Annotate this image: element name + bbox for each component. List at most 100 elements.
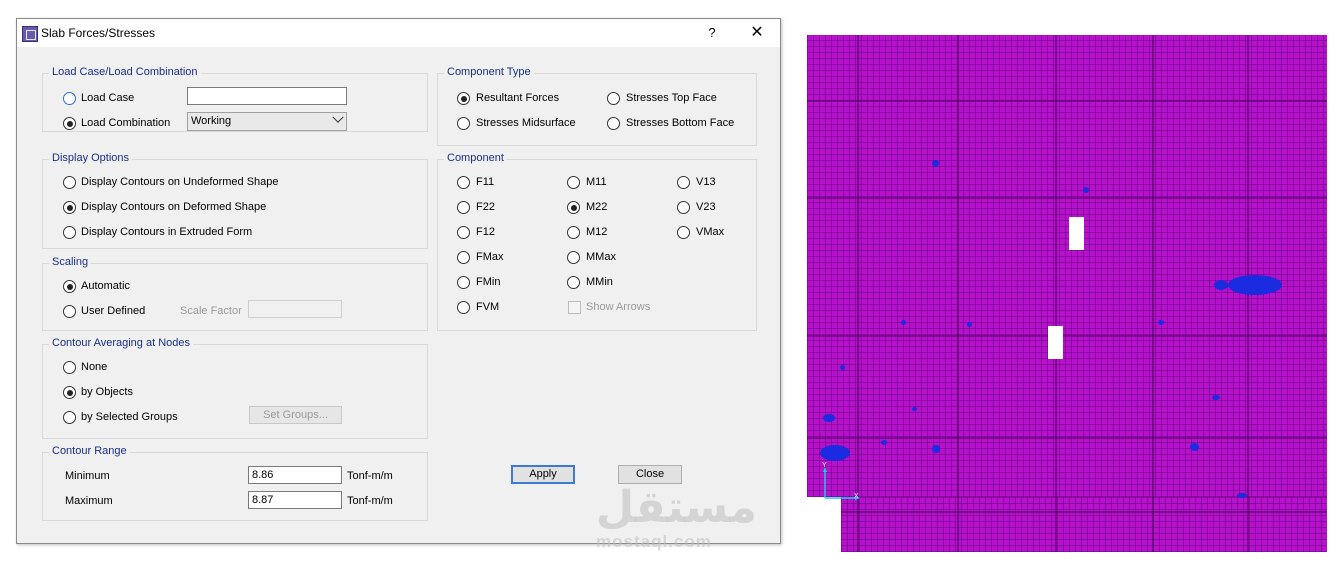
slab-forces-dialog: Slab Forces/Stresses ? ✕ Load Case/Load … — [16, 18, 781, 544]
scaling-group: Scaling Automatic User Defined Scale Fac… — [42, 256, 428, 331]
contour-spot — [1237, 493, 1247, 498]
load-case-group-title: Load Case/Load Combination — [49, 66, 201, 78]
contour-spot — [820, 445, 850, 461]
mmin-label: MMin — [586, 276, 613, 288]
close-window-button[interactable]: ✕ — [743, 23, 771, 43]
undeformed-shape-radio[interactable] — [63, 176, 76, 189]
vmax-label: VMax — [696, 226, 725, 238]
slab-opening — [1069, 217, 1084, 250]
v13-radio[interactable] — [677, 176, 690, 189]
mmax-label: MMax — [586, 251, 616, 263]
contour-spot — [967, 322, 972, 327]
v23-label: V23 — [696, 201, 716, 213]
show-arrows-checkbox[interactable] — [568, 301, 581, 314]
contour-spot — [932, 445, 940, 453]
beam-line — [807, 197, 1327, 199]
automatic-radio[interactable] — [63, 280, 76, 293]
fmax-label: FMax — [476, 251, 504, 263]
f11-radio[interactable] — [457, 176, 470, 189]
deformed-shape-radio[interactable] — [63, 201, 76, 214]
averaging-none-radio[interactable] — [63, 361, 76, 374]
mmax-radio[interactable] — [567, 251, 580, 264]
contour-spot — [1212, 395, 1220, 400]
scaling-title: Scaling — [49, 256, 92, 268]
axis-y-label: Y — [822, 462, 827, 469]
contour-spot — [912, 407, 917, 411]
title-bar: Slab Forces/Stresses ? ✕ — [17, 19, 780, 47]
axis-x-label: X — [854, 493, 859, 500]
f22-radio[interactable] — [457, 201, 470, 214]
minimum-field[interactable] — [248, 466, 342, 484]
slab-contour-view[interactable]: Y X — [807, 35, 1327, 552]
resultant-forces-radio[interactable] — [457, 92, 470, 105]
load-combination-radio[interactable] — [63, 117, 76, 130]
f11-label: F11 — [476, 176, 495, 188]
contour-range-group: Contour Range Minimum Tonf-m/m Maximum T… — [42, 445, 428, 521]
by-selected-groups-radio[interactable] — [63, 411, 76, 424]
load-case-radio[interactable] — [63, 92, 76, 105]
scale-factor-label: Scale Factor — [180, 305, 242, 317]
stresses-top-face-radio[interactable] — [607, 92, 620, 105]
stresses-midsurface-radio[interactable] — [457, 117, 470, 130]
show-arrows-label: Show Arrows — [586, 301, 651, 313]
automatic-label: Automatic — [81, 280, 130, 292]
fmax-radio[interactable] — [457, 251, 470, 264]
stresses-top-face-label: Stresses Top Face — [626, 92, 717, 104]
beam-line — [1152, 35, 1154, 552]
f12-label: F12 — [476, 226, 495, 238]
load-case-field[interactable] — [187, 87, 347, 105]
contour-spot — [840, 365, 845, 370]
beam-line — [1055, 35, 1057, 552]
v23-radio[interactable] — [677, 201, 690, 214]
component-type-title: Component Type — [444, 66, 534, 78]
fmin-radio[interactable] — [457, 276, 470, 289]
contour-averaging-group: Contour Averaging at Nodes None by Objec… — [42, 337, 428, 439]
minimum-label: Minimum — [65, 470, 110, 482]
maximum-label: Maximum — [65, 495, 113, 507]
slab-opening — [1048, 326, 1063, 359]
extruded-form-radio[interactable] — [63, 226, 76, 239]
vmax-radio[interactable] — [677, 226, 690, 239]
fvm-radio[interactable] — [457, 301, 470, 314]
load-combination-value: Working — [191, 115, 232, 127]
maximum-unit: Tonf-m/m — [347, 495, 393, 507]
beam-line — [957, 35, 959, 552]
f12-radio[interactable] — [457, 226, 470, 239]
stresses-bottom-face-radio[interactable] — [607, 117, 620, 130]
app-icon — [22, 26, 38, 42]
user-defined-label: User Defined — [81, 305, 146, 317]
scale-factor-field[interactable] — [248, 300, 342, 318]
m22-label: M22 — [586, 201, 608, 213]
component-title: Component — [444, 152, 507, 164]
display-options-group: Display Options Display Contours on Unde… — [42, 152, 428, 249]
watermark-url: mostaql.com — [596, 532, 712, 551]
contour-range-title: Contour Range — [49, 445, 130, 457]
by-selected-groups-label: by Selected Groups — [81, 411, 178, 423]
user-defined-radio[interactable] — [63, 305, 76, 318]
help-button[interactable]: ? — [701, 23, 723, 43]
mmin-radio[interactable] — [567, 276, 580, 289]
load-combination-dropdown[interactable]: Working — [187, 111, 347, 131]
component-type-group: Component Type Resultant Forces Stresses… — [437, 66, 757, 146]
set-groups-button[interactable]: Set Groups... — [249, 406, 342, 424]
slab-mesh-upper — [807, 35, 1327, 497]
averaging-none-label: None — [81, 361, 108, 373]
extruded-form-label: Display Contours in Extruded Form — [81, 226, 253, 238]
m22-radio[interactable] — [567, 201, 580, 214]
beam-line — [807, 335, 1327, 337]
contour-spot — [1190, 443, 1199, 451]
contour-spot — [1083, 187, 1089, 193]
watermark-logo: مستقل — [596, 482, 757, 533]
m12-label: M12 — [586, 226, 608, 238]
apply-button[interactable]: Apply — [511, 465, 575, 484]
maximum-field[interactable] — [248, 491, 342, 509]
fvm-label: FVM — [476, 301, 500, 313]
fmin-label: FMin — [476, 276, 501, 288]
slab-mesh-lower — [841, 497, 1327, 552]
m12-radio[interactable] — [567, 226, 580, 239]
m11-radio[interactable] — [567, 176, 580, 189]
contour-spot — [823, 414, 835, 422]
load-case-label: Load Case — [81, 92, 135, 104]
v13-label: V13 — [696, 176, 716, 188]
by-objects-radio[interactable] — [63, 386, 76, 399]
